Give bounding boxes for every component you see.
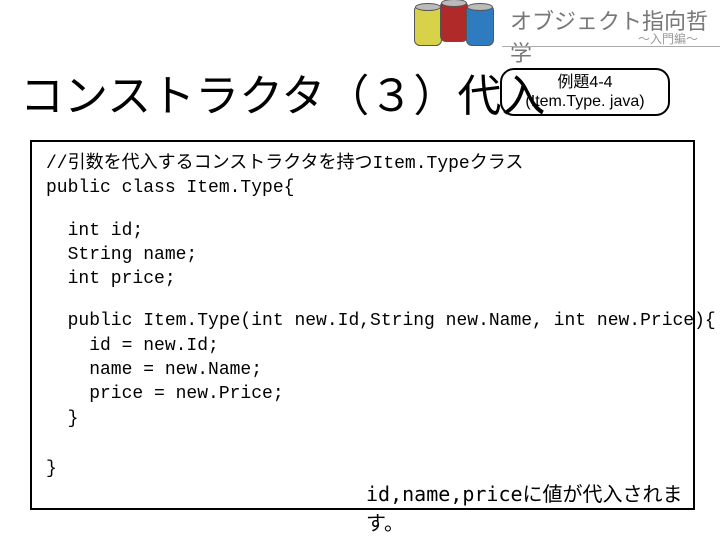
- slide-note: id,name,priceに値が代入されます。: [366, 478, 720, 536]
- code-class-open: public class Item.Type{: [46, 176, 679, 200]
- header-rule: [502, 46, 720, 47]
- code-comment: //引数を代入するコンストラクタを持つItem.Typeクラス: [46, 152, 679, 176]
- logo-cans: [410, 2, 500, 46]
- badge-line2: (Item.Type. java): [502, 92, 668, 111]
- example-badge: 例題4-4 (Item.Type. java): [500, 68, 670, 116]
- code-constructor: public Item.Type(int new.Id,String new.N…: [46, 309, 679, 430]
- can-icon: [414, 6, 442, 46]
- code-fields: int id; String name; int price;: [46, 219, 679, 292]
- can-icon: [466, 6, 494, 46]
- slide-header: オブジェクト指向哲学 ～入門編～: [0, 0, 720, 48]
- badge-line1: 例題4-4: [502, 73, 668, 92]
- can-icon: [440, 2, 468, 42]
- slide-title: コンストラクタ（３）代入: [20, 60, 545, 124]
- code-box: //引数を代入するコンストラクタを持つItem.Typeクラス public c…: [30, 140, 695, 510]
- header-subtitle: ～入門編～: [638, 30, 698, 47]
